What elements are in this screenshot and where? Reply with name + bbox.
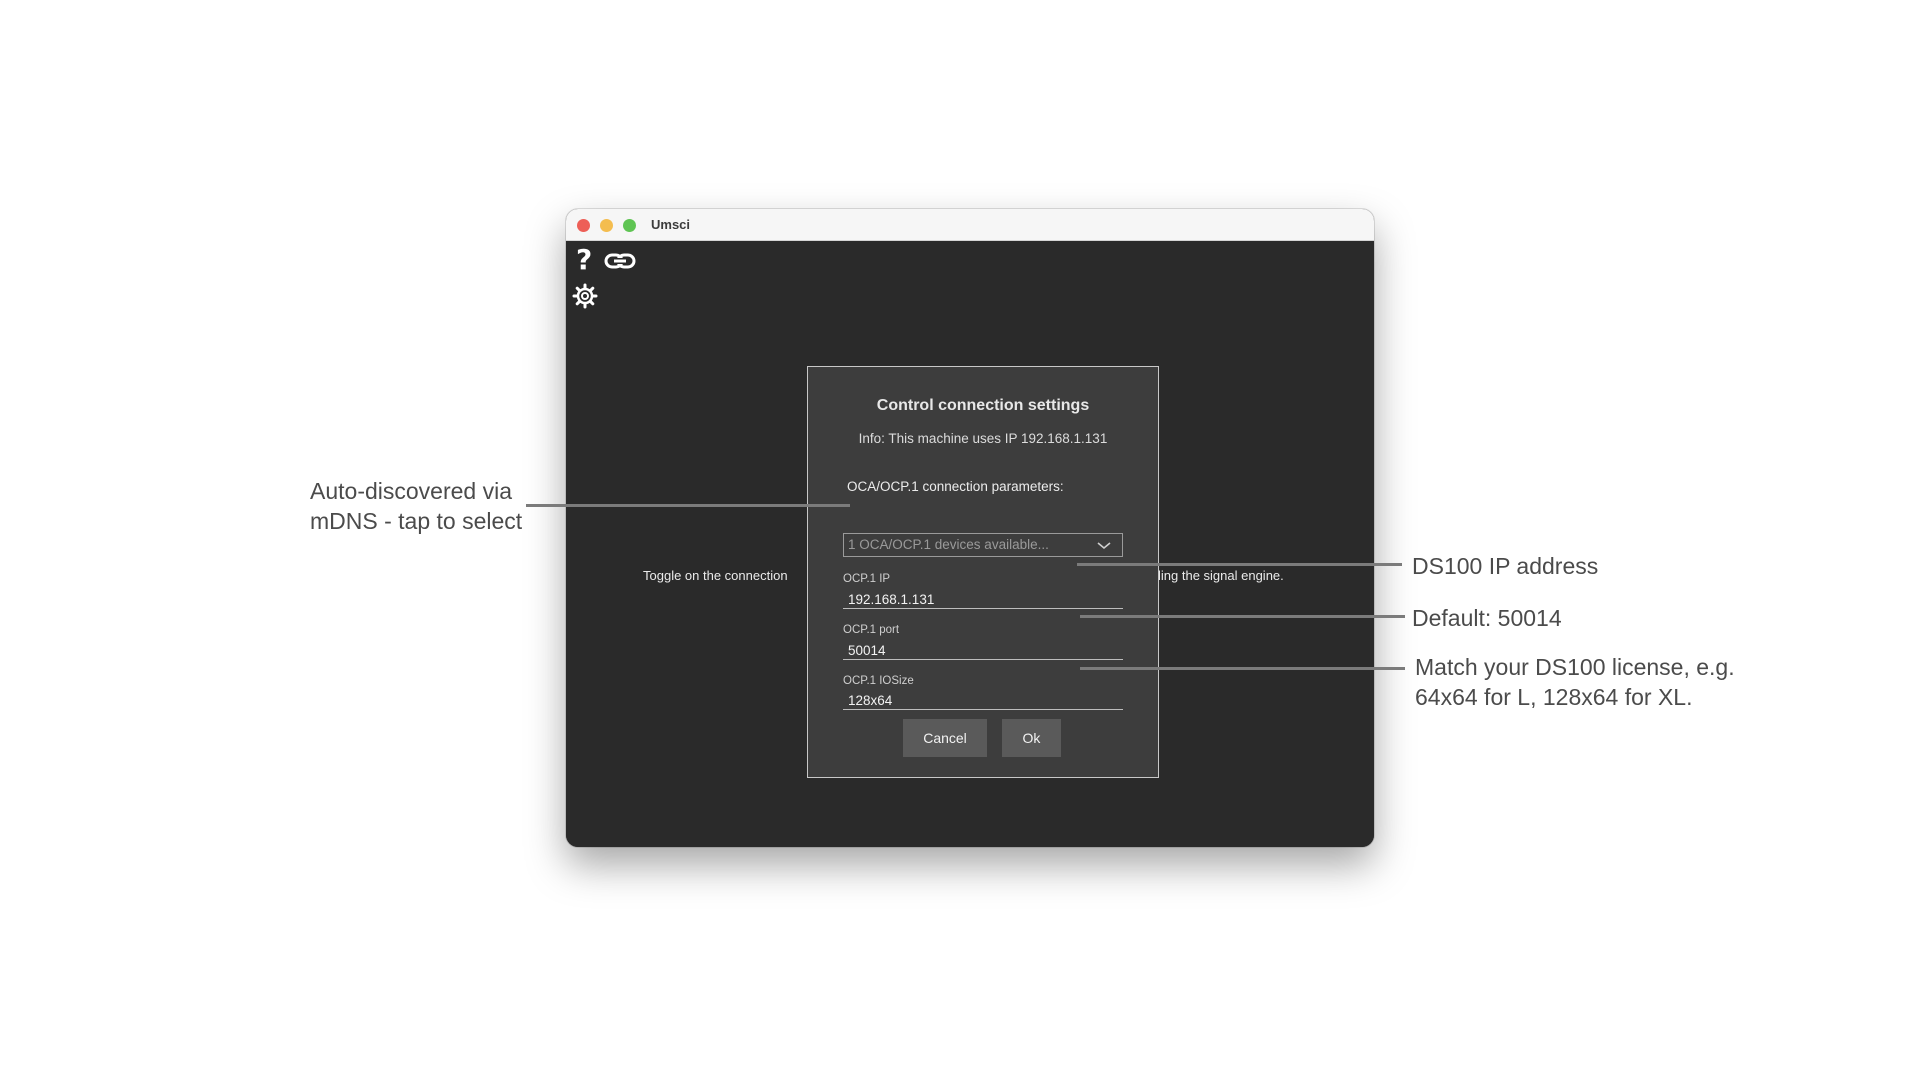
annotation-mdns-line1: Auto-discovered via (310, 478, 512, 504)
ip-field-underline (843, 608, 1123, 609)
annotation-mdns-leader (526, 504, 850, 507)
minimize-window-button[interactable] (600, 219, 613, 232)
ip-field-label: OCP.1 IP (843, 573, 891, 585)
gear-icon[interactable] (572, 283, 598, 314)
annotation-ip-leader (1077, 563, 1402, 566)
main-content: ? Toggle on the connection ling the sign… (566, 241, 1374, 847)
window-title: Umsci (651, 217, 691, 232)
annotation-license-line1: Match your DS100 license, e.g. (1415, 654, 1735, 680)
annotation-license-leader (1080, 667, 1405, 670)
background-hint-right: ling the signal engine. (1158, 568, 1284, 583)
maximize-window-button[interactable] (623, 219, 636, 232)
ok-button[interactable]: Ok (1002, 719, 1061, 757)
ip-info-text: Info: This machine uses IP 192.168.1.131 (858, 431, 1108, 446)
annotation-port-leader (1080, 615, 1405, 618)
port-field-underline (843, 659, 1123, 660)
annotation-license-line2: 64x64 for L, 128x64 for XL. (1415, 684, 1693, 710)
annotation-port: Default: 50014 (1412, 605, 1562, 631)
help-icon[interactable]: ? (576, 246, 592, 274)
device-select-placeholder: 1 OCA/OCP.1 devices available... (848, 537, 1049, 552)
connection-settings-dialog: Control connection settings Info: This m… (807, 366, 1159, 778)
dialog-title: Control connection settings (876, 397, 1090, 414)
annotation-mdns-line2: mDNS - tap to select (310, 508, 523, 534)
ip-field[interactable]: 192.168.1.131 (848, 592, 934, 607)
cancel-button[interactable]: Cancel (903, 719, 987, 757)
params-label: OCA/OCP.1 connection parameters: (847, 479, 1064, 494)
device-select[interactable]: 1 OCA/OCP.1 devices available... (843, 533, 1123, 557)
annotation-ip: DS100 IP address (1412, 553, 1599, 579)
link-icon[interactable] (604, 251, 636, 276)
app-window: Umsci ? Toggle on the connection ling th… (566, 209, 1374, 847)
title-bar: Umsci (566, 209, 1374, 241)
chevron-down-icon (1096, 535, 1112, 562)
port-field[interactable]: 50014 (848, 643, 886, 658)
iosize-field-label: OCP.1 IOSize (843, 675, 914, 687)
background-hint-left: Toggle on the connection (643, 568, 788, 583)
iosize-field[interactable]: 128x64 (848, 693, 892, 708)
port-field-label: OCP.1 port (843, 624, 900, 636)
iosize-field-underline (843, 709, 1123, 710)
close-window-button[interactable] (577, 219, 590, 232)
